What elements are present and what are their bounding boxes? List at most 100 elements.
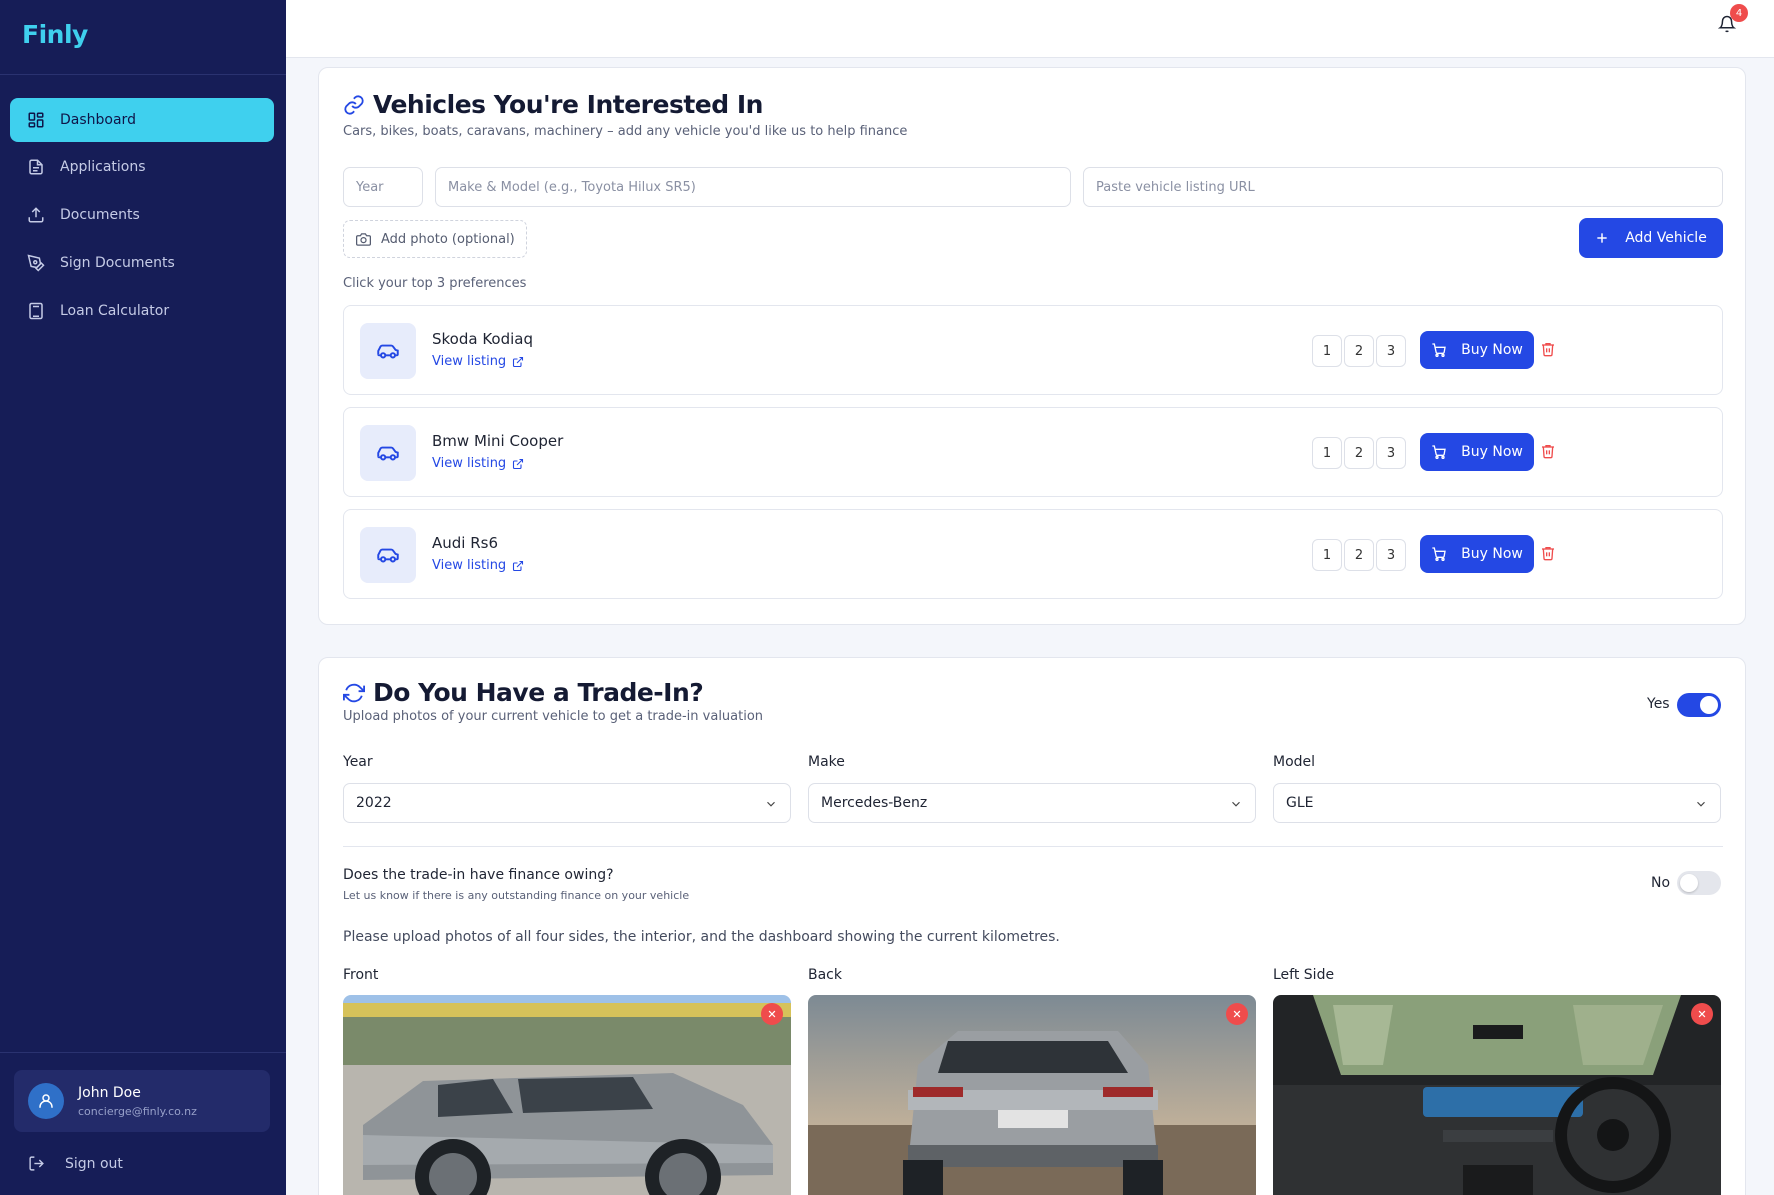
photo-label-left-side: Left Side <box>1273 967 1335 983</box>
buy-now-button[interactable]: Buy Now <box>1420 331 1534 369</box>
signout-button[interactable]: Sign out <box>28 1155 123 1172</box>
vehicle-name: Bmw Mini Cooper <box>432 432 564 450</box>
car-icon <box>377 344 399 359</box>
sidebar-item-label: Dashboard <box>60 112 136 128</box>
tradein-subtitle: Upload photos of your current vehicle to… <box>343 709 764 724</box>
notification-badge: 4 <box>1730 4 1748 22</box>
vehicle-thumb <box>360 527 416 583</box>
year-label: Year <box>343 754 373 770</box>
rank-1-button[interactable]: 1 <box>1312 335 1342 367</box>
vehicle-name: Skoda Kodiaq <box>432 330 534 348</box>
remove-photo-button[interactable] <box>761 1003 783 1025</box>
sidebar-item-label: Documents <box>60 207 140 223</box>
add-photo-button[interactable]: Add photo (optional) <box>343 220 527 258</box>
chevron-down-icon <box>1697 801 1705 807</box>
vehicles-card: Vehicles You're Interested In Cars, bike… <box>318 67 1746 625</box>
delete-vehicle-button[interactable] <box>1540 443 1560 463</box>
vehicle-name: Audi Rs6 <box>432 534 499 552</box>
section-divider <box>343 846 1723 847</box>
rank-2-button[interactable]: 2 <box>1344 539 1374 571</box>
photo-back[interactable] <box>808 995 1256 1195</box>
avatar <box>28 1083 64 1119</box>
sidebar-divider <box>0 1052 286 1053</box>
rank-1-button[interactable]: 1 <box>1312 539 1342 571</box>
buy-now-button[interactable]: Buy Now <box>1420 433 1534 471</box>
vehicle-thumb <box>360 425 416 481</box>
vehicles-subtitle: Cars, bikes, boats, caravans, machinery … <box>343 124 908 139</box>
delete-vehicle-button[interactable] <box>1540 545 1560 565</box>
tradein-toggle[interactable] <box>1677 693 1721 717</box>
rank-1-button[interactable]: 1 <box>1312 437 1342 469</box>
car-icon <box>377 446 399 461</box>
sidebar-divider <box>0 74 286 75</box>
photo-front[interactable] <box>343 995 791 1195</box>
upload-icon <box>26 205 46 225</box>
buy-now-button[interactable]: Buy Now <box>1420 535 1534 573</box>
trash-icon <box>1542 343 1554 357</box>
sidebar-item-applications[interactable]: Applications <box>10 145 274 189</box>
remove-photo-button[interactable] <box>1226 1003 1248 1025</box>
vehicle-row: Skoda Kodiaq View listing 1 2 3 Buy Now <box>343 305 1723 395</box>
sidebar-item-label: Loan Calculator <box>60 303 170 319</box>
photo-label-front: Front <box>343 967 379 983</box>
car-icon <box>377 548 399 563</box>
finance-toggle-label: No <box>1651 875 1671 891</box>
sidebar-item-label: Applications <box>60 159 146 175</box>
external-link-icon <box>513 458 524 469</box>
vehicle-row: Bmw Mini Cooper View listing 1 2 3 Buy N… <box>343 407 1723 497</box>
car-interior-photo <box>1273 995 1721 1195</box>
sidebar-item-dashboard[interactable]: Dashboard <box>10 98 274 142</box>
signout-label: Sign out <box>65 1155 123 1172</box>
sidebar-item-loan-calculator[interactable]: Loan Calculator <box>10 289 274 333</box>
rank-3-button[interactable]: 3 <box>1376 335 1406 367</box>
user-icon <box>39 1094 53 1108</box>
rank-3-button[interactable]: 3 <box>1376 539 1406 571</box>
year-input[interactable] <box>343 167 423 207</box>
camera-icon <box>356 232 371 246</box>
vehicle-row: Audi Rs6 View listing 1 2 3 Buy Now <box>343 509 1723 599</box>
sidebar-item-documents[interactable]: Documents <box>10 193 274 237</box>
add-vehicle-button[interactable]: Add Vehicle <box>1579 218 1723 258</box>
model-select[interactable]: GLE <box>1273 783 1721 823</box>
external-link-icon <box>513 356 524 367</box>
plus-icon <box>1597 233 1607 243</box>
rank-2-button[interactable]: 2 <box>1344 437 1374 469</box>
external-link-icon <box>513 560 524 571</box>
view-listing-link[interactable]: View listing <box>432 456 524 471</box>
user-card[interactable]: John Doe concierge@finly.co.nz <box>14 1070 270 1132</box>
listing-url-input[interactable] <box>1083 167 1723 207</box>
remove-photo-button[interactable] <box>1691 1003 1713 1025</box>
finance-toggle[interactable] <box>1677 871 1721 895</box>
vehicles-title: Vehicles You're Interested In <box>343 90 763 119</box>
preferences-label: Click your top 3 preferences <box>343 276 527 291</box>
trash-icon <box>1542 445 1554 459</box>
topbar: 4 <box>286 0 1774 58</box>
rank-3-button[interactable]: 3 <box>1376 437 1406 469</box>
pen-icon <box>26 253 46 273</box>
finance-subtitle: Let us know if there is any outstanding … <box>343 889 690 902</box>
model-label: Model <box>1273 754 1316 770</box>
file-icon <box>26 157 46 177</box>
chevron-down-icon <box>1232 801 1240 807</box>
sidebar-item-sign-documents[interactable]: Sign Documents <box>10 241 274 285</box>
logo[interactable]: Finly <box>22 20 88 49</box>
rank-2-button[interactable]: 2 <box>1344 335 1374 367</box>
make-select[interactable]: Mercedes-Benz <box>808 783 1256 823</box>
close-icon <box>768 1010 776 1018</box>
finance-question: Does the trade-in have finance owing? <box>343 867 614 883</box>
close-icon <box>1698 1010 1706 1018</box>
view-listing-link[interactable]: View listing <box>432 558 524 573</box>
tradein-toggle-label: Yes <box>1647 696 1670 712</box>
logout-icon <box>29 1156 44 1171</box>
photo-left-side[interactable] <box>1273 995 1721 1195</box>
car-rear-photo <box>808 995 1256 1195</box>
delete-vehicle-button[interactable] <box>1540 341 1560 361</box>
make-model-input[interactable] <box>435 167 1071 207</box>
year-select[interactable]: 2022 <box>343 783 791 823</box>
sidebar: Finly Dashboard Applications Documents S… <box>0 0 286 1195</box>
close-icon <box>1233 1010 1241 1018</box>
chevron-down-icon <box>767 801 775 807</box>
dashboard-icon <box>26 110 46 130</box>
view-listing-link[interactable]: View listing <box>432 354 524 369</box>
user-email: concierge@finly.co.nz <box>78 1104 197 1118</box>
